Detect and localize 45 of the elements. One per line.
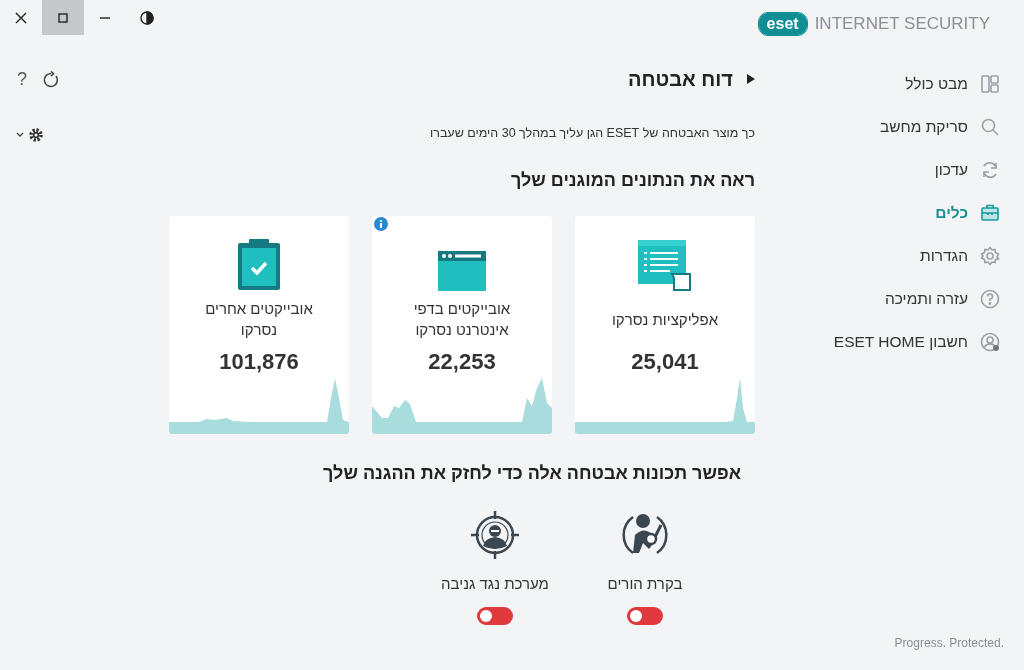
product-name: INTERNET SECURITY bbox=[814, 13, 990, 35]
search-icon bbox=[980, 117, 1000, 137]
sidebar-item[interactable]: סריקת מחשב bbox=[774, 111, 1000, 143]
document-list-icon bbox=[636, 238, 694, 292]
section-heading: אפשר תכונות אבטחה אלה כדי לחזק את ההגנה שלך bbox=[323, 461, 741, 485]
burglar-target-icon bbox=[471, 510, 519, 559]
info-icon[interactable] bbox=[374, 216, 388, 231]
sidebar-item[interactable]: עזרה ותמיכה bbox=[774, 283, 1000, 315]
stat-value: 101,876 bbox=[219, 347, 299, 376]
stat-value: 22,253 bbox=[428, 347, 496, 376]
section-heading: ראה את הנתונים המוגנים שלך bbox=[511, 168, 755, 192]
account-icon bbox=[980, 332, 1000, 352]
toggle-switch[interactable] bbox=[477, 607, 513, 626]
browser-window-icon bbox=[437, 250, 487, 292]
stat-label: אובייקטים בדפי אינטרנט נסרקו bbox=[412, 299, 512, 341]
maximize-icon bbox=[56, 10, 70, 25]
dashboard-icon bbox=[980, 74, 1000, 94]
settings-button[interactable] bbox=[16, 127, 46, 143]
back-arrow-icon[interactable] bbox=[747, 74, 755, 84]
close-icon bbox=[14, 10, 28, 25]
stat-label: אובייקטים אחרים נסרקו bbox=[204, 299, 314, 341]
brand-logo: eset bbox=[758, 12, 807, 35]
sidebar-item[interactable]: חשבון ESET HOME bbox=[774, 326, 1000, 358]
stat-value: 25,041 bbox=[631, 347, 699, 376]
sidebar-item[interactable]: מבט כולל bbox=[774, 68, 1000, 100]
page-subtitle: כך מוצר האבטחה של ESET הגן עליך במהלך 30 הימים שעברו bbox=[429, 125, 755, 142]
clipboard-check-icon bbox=[236, 238, 282, 292]
toolbox-icon bbox=[980, 203, 1000, 223]
feature-label: בקרת הורים bbox=[607, 573, 683, 594]
stat-label: אפליקציות נסרקו bbox=[610, 309, 720, 330]
help-icon bbox=[980, 289, 1000, 309]
page-title: דוח אבטחה bbox=[628, 67, 733, 92]
maximize-button[interactable] bbox=[42, 0, 84, 35]
toggle-switch[interactable] bbox=[627, 607, 663, 626]
contrast-icon bbox=[140, 10, 154, 25]
refresh-icon bbox=[980, 160, 1000, 180]
minimize-icon bbox=[100, 16, 110, 19]
refresh-button[interactable] bbox=[42, 70, 60, 89]
sidebar-item[interactable]: עדכון bbox=[774, 154, 1000, 186]
sidebar-item[interactable]: כלים bbox=[774, 197, 1000, 229]
feature-label: מערכת נגד גניבה bbox=[441, 573, 549, 594]
footer-tagline: Progress. Protected. bbox=[894, 635, 1004, 652]
help-button[interactable]: ? bbox=[16, 66, 28, 93]
sidebar-item[interactable]: הגדרות bbox=[774, 240, 1000, 272]
settings-icon bbox=[980, 246, 1000, 266]
